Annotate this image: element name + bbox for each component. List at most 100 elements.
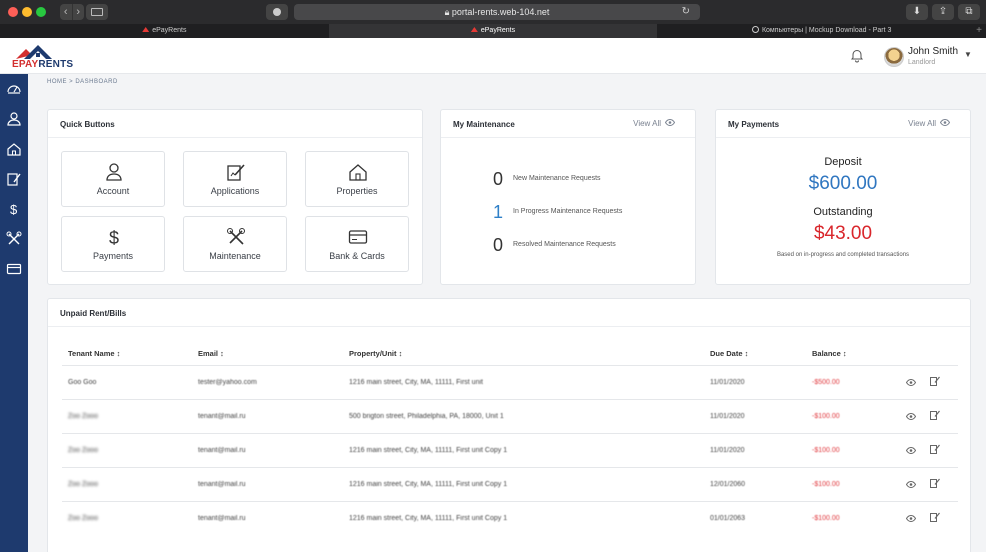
- column-header-email[interactable]: Email ↕: [192, 343, 343, 365]
- row-label: New Maintenance Requests: [513, 175, 601, 182]
- view-eye-icon[interactable]: [905, 373, 917, 391]
- balance: -$100.00: [812, 446, 840, 454]
- column-header-balance[interactable]: Balance ↕: [806, 343, 906, 365]
- browser-tab[interactable]: ePayRents: [0, 24, 329, 38]
- breadcrumb[interactable]: HOME > DASHBOARD: [47, 79, 118, 85]
- table-row: Zoo Zooo tenant@mail.ru 1216 main street…: [62, 467, 958, 501]
- sidebar-item-dashboard[interactable]: [0, 74, 28, 104]
- download-icon[interactable]: ⬇: [906, 4, 928, 20]
- sidebar-item-maintenance[interactable]: [0, 224, 28, 254]
- epayrents-favicon-icon: [470, 27, 478, 32]
- dashboard-gauge-icon: [7, 85, 21, 94]
- outstanding-amount: $43.00: [813, 223, 873, 244]
- card-title: Unpaid Rent/Bills: [60, 309, 127, 318]
- card-header: Unpaid Rent/Bills: [48, 299, 970, 327]
- properties-button[interactable]: Properties: [305, 151, 409, 207]
- count-value: 0: [492, 235, 503, 255]
- top-header: EPAYRENTS John Smith Landlord ▼: [0, 38, 986, 74]
- edit-icon[interactable]: [930, 509, 941, 527]
- sidebar-item-properties[interactable]: [0, 134, 28, 164]
- user-menu-chevron-down-icon[interactable]: ▼: [964, 50, 972, 59]
- browser-tab-active[interactable]: ePayRents: [328, 24, 658, 38]
- close-window-button[interactable]: [8, 7, 18, 17]
- row-label: In Progress Maintenance Requests: [513, 208, 623, 215]
- share-icon[interactable]: ⇪: [932, 4, 954, 20]
- due-date: 11/01/2020: [710, 378, 745, 386]
- column-header-property[interactable]: Property/Unit ↕: [343, 343, 704, 365]
- notification-bell-icon[interactable]: [850, 49, 864, 63]
- user-avatar[interactable]: [884, 47, 904, 67]
- deposit-amount: $600.00: [808, 173, 878, 194]
- sidebar-toggle-button[interactable]: [86, 4, 108, 20]
- property-unit: 500 brigton street, Philadelphia, PA, 18…: [349, 412, 504, 420]
- maintenance-view-all-link[interactable]: View All: [633, 118, 676, 128]
- history-nav: ‹ ›: [60, 4, 84, 20]
- shield-icon: [273, 8, 281, 16]
- column-header-due-date[interactable]: Due Date ↕: [704, 343, 806, 365]
- edit-document-icon: [7, 173, 21, 186]
- edit-document-icon: [227, 164, 245, 181]
- edit-icon[interactable]: [930, 373, 941, 391]
- card-header: My Maintenance View All: [441, 110, 695, 138]
- view-eye-icon[interactable]: [905, 441, 917, 459]
- maintenance-button[interactable]: Maintenance: [183, 216, 287, 272]
- edit-icon[interactable]: [930, 441, 941, 459]
- card-header: Quick Buttons: [48, 110, 422, 138]
- row-actions: [905, 467, 958, 501]
- sidebar-item-account[interactable]: [0, 104, 28, 134]
- minimize-window-button[interactable]: [22, 7, 32, 17]
- row-actions: [905, 433, 958, 467]
- bills-table: Tenant Name ↕ Email ↕ Property/Unit ↕ Du…: [62, 343, 958, 535]
- maintenance-card: My Maintenance View All 0 New Maintenanc…: [440, 109, 696, 285]
- card-title: My Maintenance: [453, 120, 515, 129]
- dollar-icon: $: [109, 228, 119, 247]
- reload-icon[interactable]: ↻: [682, 4, 690, 20]
- browser-titlebar: ‹ › 🔒︎ portal-rents.web-104.net ↻ ⬇ ⇪ ⧉: [0, 0, 986, 24]
- address-bar[interactable]: 🔒︎ portal-rents.web-104.net ↻: [294, 4, 700, 20]
- payments-view-all-link[interactable]: View All: [908, 118, 951, 128]
- tabs-overview-icon[interactable]: ⧉: [958, 4, 980, 20]
- column-header-actions: [906, 343, 958, 365]
- edit-icon[interactable]: [930, 475, 941, 493]
- sidebar-item-bank-cards[interactable]: [0, 254, 28, 284]
- user-name[interactable]: John Smith: [908, 46, 958, 57]
- home-icon: [349, 164, 367, 181]
- epayrents-logo[interactable]: EPAYRENTS: [10, 43, 80, 71]
- sidebar: $: [0, 74, 28, 552]
- payments-note: Based on in-progress and completed trans…: [776, 252, 910, 258]
- column-header-tenant[interactable]: Tenant Name ↕: [62, 343, 192, 365]
- table-row: Zoo Zooo tenant@mail.ru 500 brigton stre…: [62, 399, 958, 433]
- view-eye-icon[interactable]: [905, 509, 917, 527]
- sidebar-item-applications[interactable]: [0, 164, 28, 194]
- user-icon: [106, 163, 122, 181]
- account-button[interactable]: Account: [61, 151, 165, 207]
- epayrents-favicon-icon: [142, 27, 150, 32]
- sidebar-item-payments[interactable]: $: [0, 194, 28, 224]
- edit-icon[interactable]: [930, 407, 941, 425]
- back-icon[interactable]: ‹: [60, 4, 72, 20]
- browser-tab[interactable]: Компьютеры | Mockup Download - Part 3: [657, 24, 986, 38]
- payments-card: My Payments View All Deposit $600.00 Out…: [715, 109, 971, 285]
- tenant-email: tenant@mail.ru: [198, 514, 246, 522]
- payments-button[interactable]: $ Payments: [61, 216, 165, 272]
- new-tab-icon[interactable]: +: [976, 24, 982, 38]
- balance: -$100.00: [812, 514, 840, 522]
- tenant-name: Zoo Zooo: [68, 480, 98, 488]
- view-eye-icon[interactable]: [905, 407, 917, 425]
- due-date: 12/01/2060: [710, 480, 746, 488]
- deposit-label: Deposit: [824, 156, 862, 168]
- bank-cards-button[interactable]: Bank & Cards: [305, 216, 409, 272]
- maximize-window-button[interactable]: [36, 7, 46, 17]
- tools-icon: [6, 231, 22, 245]
- row-actions: [905, 365, 958, 399]
- forward-icon[interactable]: ›: [71, 4, 85, 20]
- view-eye-icon[interactable]: [905, 475, 917, 493]
- card-title: My Payments: [728, 120, 780, 129]
- due-date: 01/01/2063: [710, 514, 746, 522]
- table-header-row: Tenant Name ↕ Email ↕ Property/Unit ↕ Du…: [62, 343, 958, 365]
- balance: -$500.00: [812, 378, 840, 386]
- lock-icon: 🔒︎: [444, 7, 450, 17]
- applications-button[interactable]: Applications: [183, 151, 287, 207]
- privacy-shield-button[interactable]: [266, 4, 288, 20]
- balance: -$100.00: [812, 412, 840, 420]
